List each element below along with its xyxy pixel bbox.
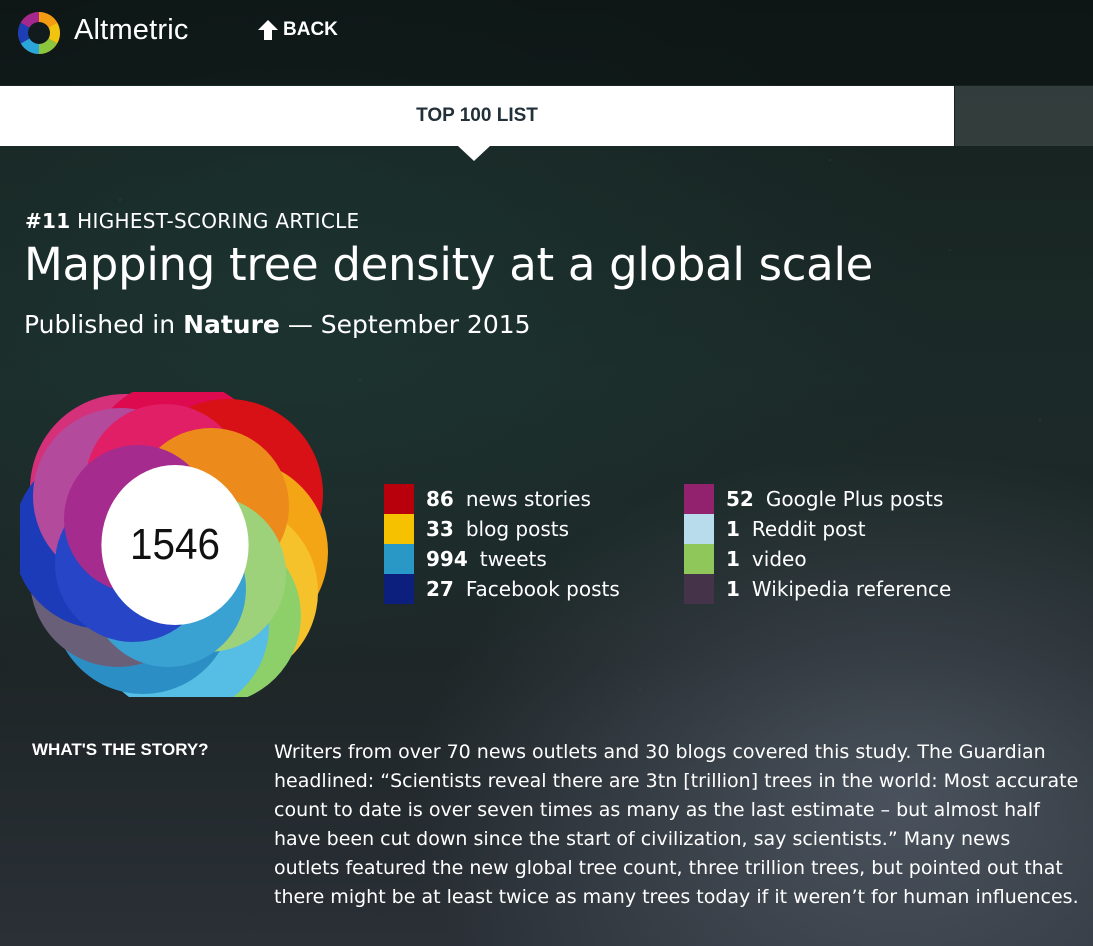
arrow-up-icon — [258, 20, 278, 40]
rank-caption: HIGHEST-SCORING ARTICLE — [77, 209, 360, 233]
journal-name: Nature — [183, 310, 280, 339]
published-prefix: Published in — [24, 310, 176, 339]
reddit-swatch — [684, 514, 714, 544]
legend-item-video[interactable]: 1 video — [684, 544, 951, 574]
news-swatch — [384, 484, 414, 514]
brand-name[interactable]: Altmetric — [74, 14, 189, 47]
video-count: 1 — [726, 547, 740, 571]
legend-item-tweets[interactable]: 994 tweets — [384, 544, 620, 574]
tweets-count: 994 — [426, 547, 468, 571]
reddit-label: Reddit post — [751, 517, 866, 541]
publication-line: Published in Nature — September 2015 — [24, 310, 531, 339]
facebook-count: 27 — [426, 577, 454, 601]
story-heading: WHAT'S THE STORY? — [32, 740, 209, 759]
wikipedia-label: Wikipedia reference — [751, 577, 952, 601]
reddit-count: 1 — [726, 517, 740, 541]
altmetric-score: 1546 — [101, 465, 249, 625]
blogs-label: blog posts — [465, 517, 569, 541]
google-plus-label: Google Plus posts — [765, 487, 944, 511]
legend-item-wikipedia[interactable]: 1 Wikipedia reference — [684, 574, 951, 604]
google-plus-swatch — [684, 484, 714, 514]
published-date: — September 2015 — [287, 310, 531, 339]
tab-label: TOP 100 LIST — [416, 105, 538, 126]
tweets-label: tweets — [479, 547, 547, 571]
article-title: Mapping tree density at a global scale — [24, 238, 874, 291]
blogs-swatch — [384, 514, 414, 544]
legend-item-google-plus[interactable]: 52 Google Plus posts — [684, 484, 951, 514]
legend-item-facebook[interactable]: 27 Facebook posts — [384, 574, 620, 604]
facebook-label: Facebook posts — [465, 577, 620, 601]
tab-caret-indicator — [458, 146, 490, 161]
news-count: 86 — [426, 487, 454, 511]
top-bar: Altmetric BACK — [0, 0, 1093, 85]
story-body: Writers from over 70 news outlets and 30… — [274, 741, 1079, 908]
top-100-tab[interactable]: TOP 100 LIST — [0, 86, 954, 146]
wikipedia-count: 1 — [726, 577, 740, 601]
tweets-swatch — [384, 544, 414, 574]
wikipedia-swatch — [684, 574, 714, 604]
google-plus-count: 52 — [726, 487, 754, 511]
blogs-count: 33 — [426, 517, 454, 541]
mentions-legend-left: 86 news stories 33 blog posts 994 tweets… — [384, 484, 620, 604]
back-label: BACK — [283, 19, 338, 40]
video-swatch — [684, 544, 714, 574]
altmetric-logo-icon[interactable] — [16, 10, 62, 56]
rank-number: #11 — [25, 209, 71, 233]
back-button[interactable]: BACK — [257, 19, 338, 41]
mentions-legend-right: 52 Google Plus posts 1 Reddit post 1 vid… — [684, 484, 951, 604]
tab-bar-extension — [955, 86, 1093, 146]
news-label: news stories — [465, 487, 591, 511]
legend-item-reddit[interactable]: 1 Reddit post — [684, 514, 951, 544]
facebook-swatch — [384, 574, 414, 604]
legend-item-news[interactable]: 86 news stories — [384, 484, 620, 514]
article-rank: #11 HIGHEST-SCORING ARTICLE — [25, 209, 359, 233]
video-label: video — [751, 547, 807, 571]
legend-item-blogs[interactable]: 33 blog posts — [384, 514, 620, 544]
